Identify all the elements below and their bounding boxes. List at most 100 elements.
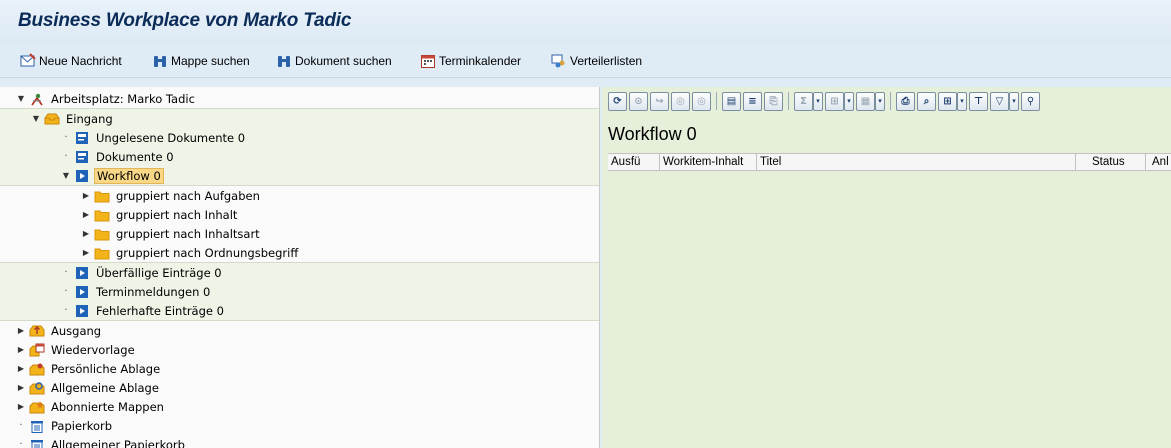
table-header: Ausfü Workitem-Inhalt Titel Status Anl (608, 153, 1171, 171)
execute-button[interactable]: ⊙ (629, 91, 648, 111)
folder-icon (94, 248, 110, 259)
subscribed-folder-icon (29, 400, 45, 413)
tree-node-subscribed[interactable]: ▶ Abonnierte Mappen (0, 397, 599, 416)
toolbar-separator (890, 92, 891, 110)
find-button[interactable]: ⚲ (1021, 91, 1040, 111)
collapsed-arrow-icon[interactable]: ▶ (81, 210, 91, 219)
folder-tree: ▼ Arbeitsplatz: Marko Tadic ▼ Eingang · … (0, 87, 600, 448)
tree-label: Ausgang (51, 323, 102, 338)
preview-button[interactable]: ⌕ (917, 91, 936, 111)
document-icon (76, 150, 88, 163)
expanded-arrow-icon[interactable]: ▼ (31, 114, 41, 123)
collapsed-arrow-icon[interactable]: ▶ (16, 326, 26, 335)
expanded-arrow-icon[interactable]: ▼ (16, 94, 26, 103)
replace-button[interactable]: ◎ (692, 91, 711, 111)
tree-node-by-content[interactable]: ▶ gruppiert nach Inhalt (0, 205, 599, 224)
filter-button[interactable]: ⊤ (969, 91, 988, 111)
folder-icon (94, 229, 110, 240)
distribution-lists-button[interactable]: Verteilerlisten (551, 52, 642, 70)
layout-button[interactable]: ▦ (856, 91, 875, 111)
tree-node-by-task[interactable]: ▶ gruppiert nach Aufgaben (0, 186, 599, 205)
calendar-button[interactable]: Terminkalender (420, 52, 521, 70)
refresh-icon: ⟳ (613, 95, 622, 107)
funnel-icon: ▽ (995, 95, 1004, 107)
tree-node-deadline[interactable]: · Terminmeldungen 0 (0, 282, 599, 301)
tree-node-shared-folders[interactable]: ▶ Allgemeine Ablage (0, 378, 599, 397)
tree-label: Workflow 0 (94, 167, 164, 184)
column-header-title[interactable]: Titel (757, 154, 1076, 171)
leaf-dot-icon: · (64, 132, 68, 143)
tree-node-resubmission[interactable]: ▶ Wiedervorlage (0, 340, 599, 359)
workflow-icon (76, 266, 88, 279)
column-header-execute[interactable]: Ausfü (608, 154, 660, 171)
find-folder-button[interactable]: Mappe suchen (152, 52, 250, 70)
sum-button[interactable]: Σ (794, 91, 813, 111)
content-pane: ⟳ ⊙ ↪ ◎ ◎ ▤ ≡ ⎘ Σ ▾ ⊞ ▾ ▦ ▾ ⎙ ⌕ ⊞ ▾ ⊤ ▽ … (602, 87, 1171, 448)
filter-dropdown[interactable]: ▾ (1009, 91, 1019, 111)
binoculars-icon (154, 56, 166, 67)
collapsed-arrow-icon[interactable]: ▶ (16, 345, 26, 354)
leaf-dot-icon: · (64, 286, 68, 297)
refresh-button[interactable]: ⟳ (608, 91, 627, 111)
subtotal-button[interactable]: ⊞ (825, 91, 844, 111)
chevron-down-icon: ▾ (847, 97, 851, 105)
tree-node-documents[interactable]: · Dokumente 0 (0, 147, 599, 166)
tree-node-errors[interactable]: · Fehlerhafte Einträge 0 (0, 301, 599, 320)
spreadsheet-button[interactable]: ⊞ (938, 91, 957, 111)
calendar-icon (421, 55, 435, 68)
print-button[interactable]: ⎙ (896, 91, 915, 111)
tree-node-by-sort-key[interactable]: ▶ gruppiert nach Ordnungsbegriff (0, 243, 599, 262)
tree-label: gruppiert nach Aufgaben (116, 188, 260, 203)
find-document-button[interactable]: Dokument suchen (276, 52, 392, 70)
document-icon (76, 131, 88, 144)
tree-node-shared-trash[interactable]: · Allgemeiner Papierkorb (0, 435, 599, 448)
collapsed-arrow-icon[interactable]: ▶ (81, 191, 91, 200)
folder-icon (94, 191, 110, 202)
reserve-button[interactable]: ◎ (671, 91, 690, 111)
tree-label: gruppiert nach Inhaltsart (116, 226, 260, 241)
sum-dropdown[interactable]: ▾ (813, 91, 823, 111)
resubmission-icon (29, 343, 45, 356)
new-message-button[interactable]: Neue Nachricht (20, 52, 122, 70)
calendar-label: Terminkalender (439, 54, 522, 68)
tree-node-outbox[interactable]: ▶ Ausgang (0, 321, 599, 340)
tree-node-workflow[interactable]: ▼ Workflow 0 (0, 166, 599, 185)
attach-button[interactable]: ⎘ (764, 91, 783, 111)
details-button[interactable]: ▤ (722, 91, 741, 111)
expanded-arrow-icon[interactable]: ▼ (61, 171, 71, 180)
workflow-icon (76, 304, 88, 317)
export-dropdown[interactable]: ▾ (957, 91, 967, 111)
set-filter-button[interactable]: ▽ (990, 91, 1009, 111)
forward-button[interactable]: ↪ (650, 91, 669, 111)
new-message-label: Neue Nachricht (39, 54, 122, 68)
tree-node-unread[interactable]: · Ungelesene Dokumente 0 (0, 128, 599, 147)
sort-button[interactable]: ≡ (743, 91, 762, 111)
sum-icon: Σ (800, 95, 807, 107)
private-folder-icon (29, 363, 45, 375)
layout-dropdown[interactable]: ▾ (875, 91, 885, 111)
replace-icon: ◎ (697, 95, 706, 107)
collapsed-arrow-icon[interactable]: ▶ (16, 383, 26, 392)
collapsed-arrow-icon[interactable]: ▶ (81, 248, 91, 257)
column-header-workitem-content[interactable]: Workitem-Inhalt (660, 154, 757, 171)
attach-icon: ⎘ (769, 95, 778, 107)
tree-node-private-folders[interactable]: ▶ Persönliche Ablage (0, 359, 599, 378)
subtotal-dropdown[interactable]: ▾ (844, 91, 854, 111)
workplace-icon (31, 93, 43, 105)
collapsed-arrow-icon[interactable]: ▶ (16, 364, 26, 373)
tree-node-workplace[interactable]: ▼ Arbeitsplatz: Marko Tadic (0, 89, 599, 108)
tree-node-inbox[interactable]: ▼ Eingang (0, 109, 599, 128)
collapsed-arrow-icon[interactable]: ▶ (16, 402, 26, 411)
tree-node-by-content-type[interactable]: ▶ gruppiert nach Inhaltsart (0, 224, 599, 243)
tree-label: Persönliche Ablage (51, 361, 161, 376)
leaf-dot-icon: · (64, 305, 68, 316)
leaf-dot-icon: · (64, 267, 68, 278)
new-message-icon (20, 53, 36, 67)
column-header-status[interactable]: Status (1076, 154, 1146, 171)
tree-node-overdue[interactable]: · Überfällige Einträge 0 (0, 263, 599, 282)
column-header-attachments[interactable]: Anl (1146, 154, 1171, 171)
leaf-dot-icon: · (19, 439, 23, 448)
tree-node-trash[interactable]: · Papierkorb (0, 416, 599, 435)
find-folder-label: Mappe suchen (171, 54, 250, 68)
collapsed-arrow-icon[interactable]: ▶ (81, 229, 91, 238)
